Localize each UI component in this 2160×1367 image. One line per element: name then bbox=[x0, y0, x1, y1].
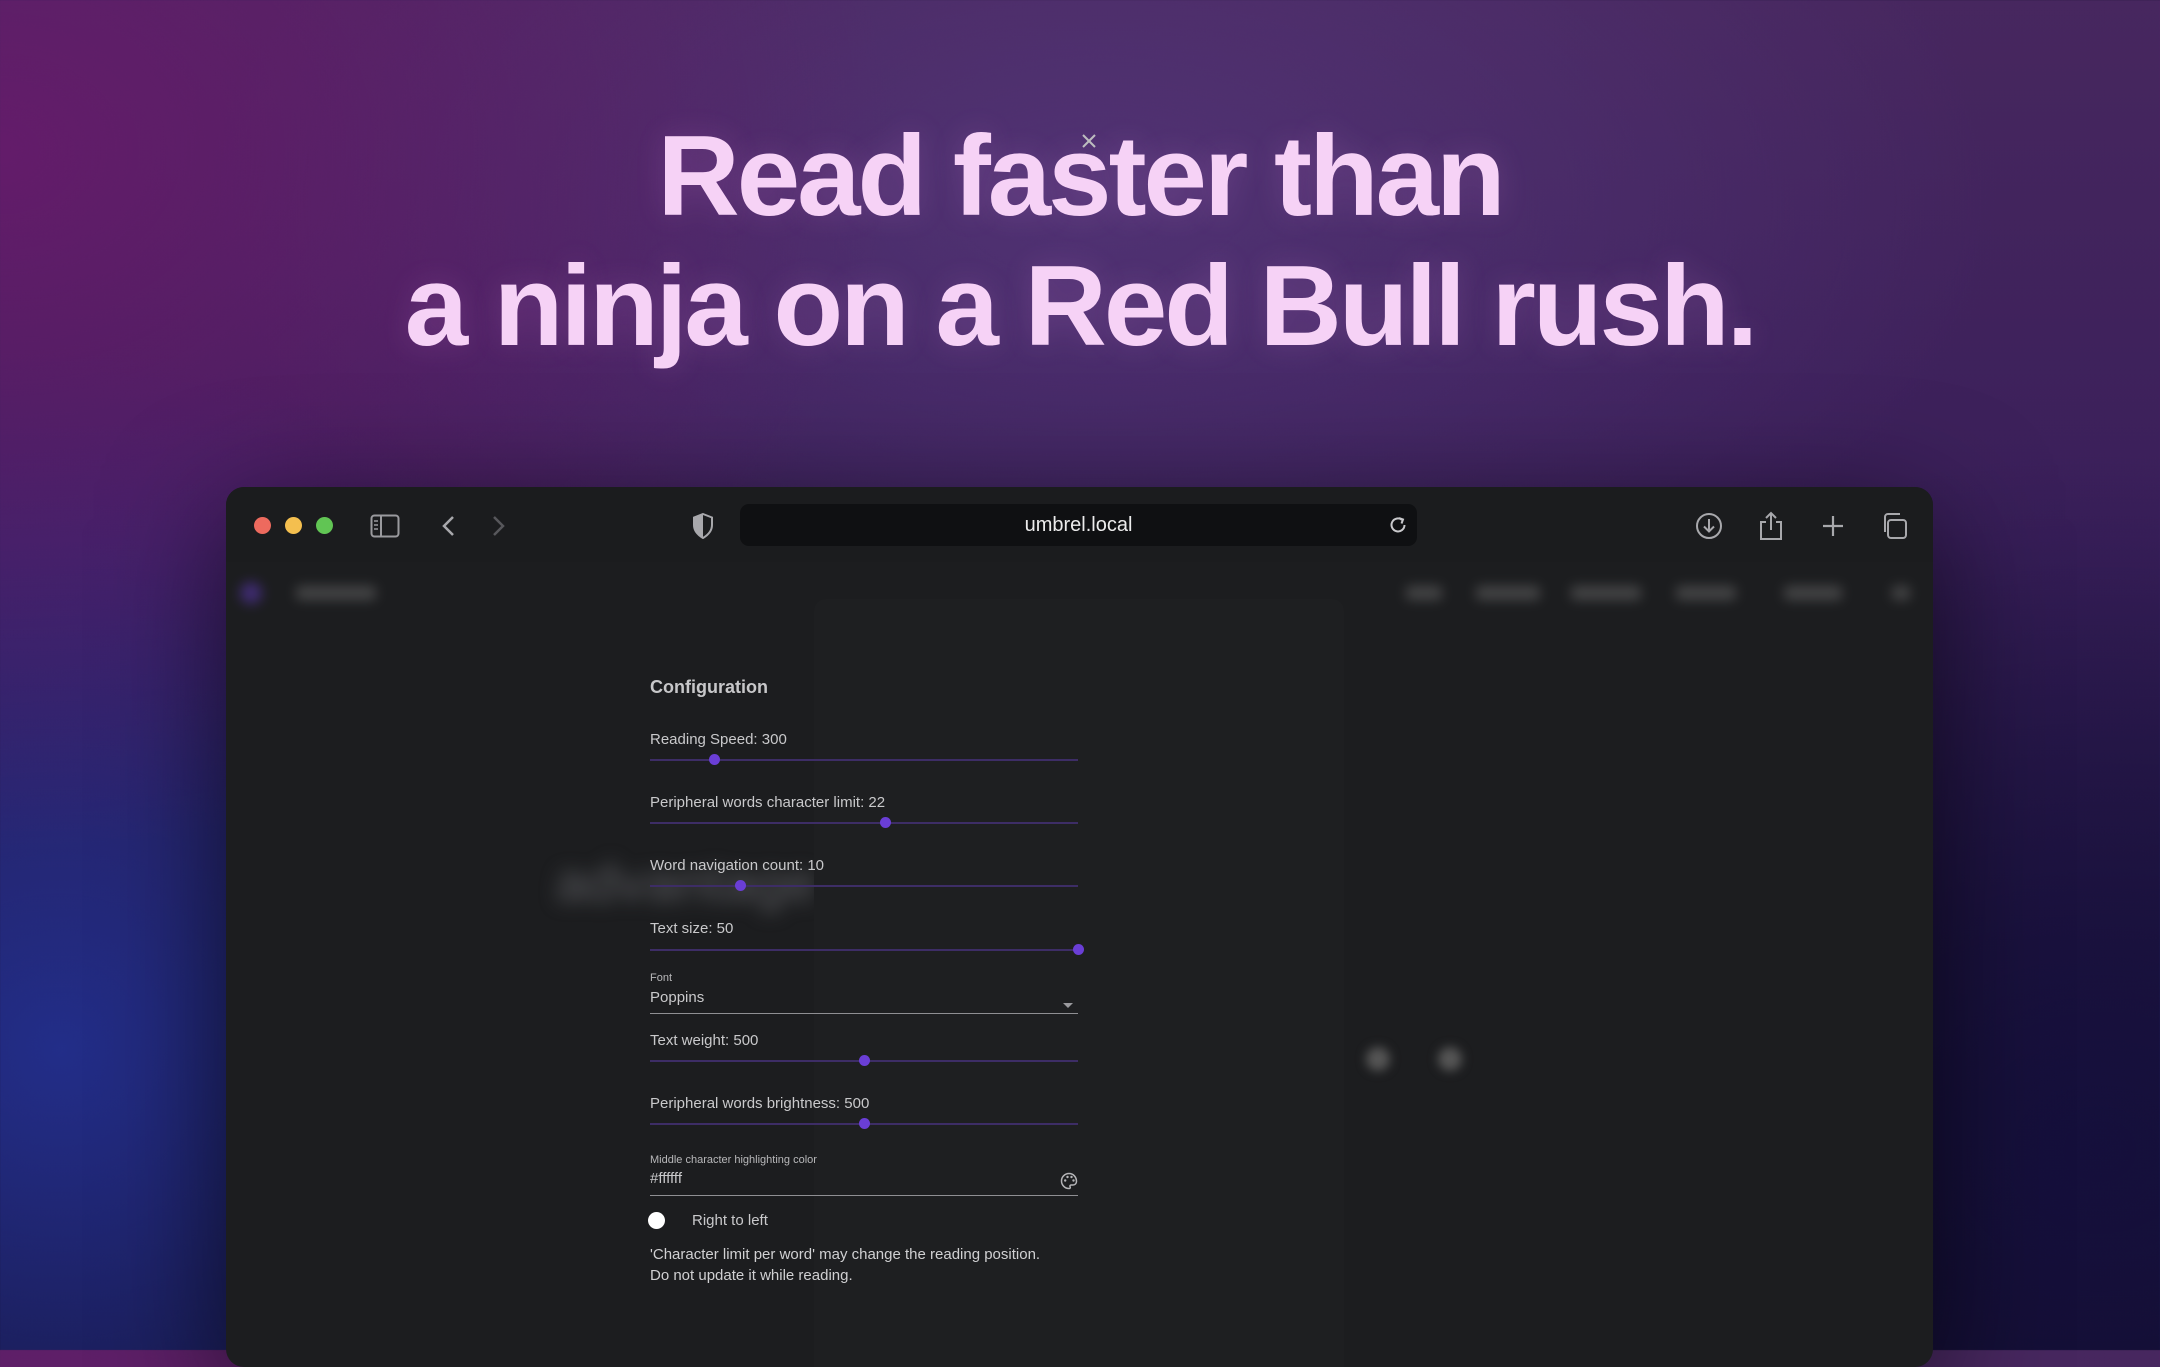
text-size-slider[interactable] bbox=[650, 944, 1084, 955]
browser-window: umbrel.local advantage bbox=[226, 487, 1933, 1367]
download-icon[interactable] bbox=[1694, 511, 1724, 541]
peripheral-brightness-thumb[interactable] bbox=[859, 1118, 870, 1129]
text-weight-label: Text weight: 500 bbox=[650, 1032, 759, 1049]
close-window-button[interactable] bbox=[254, 517, 271, 534]
rtl-toggle-knob[interactable] bbox=[648, 1212, 665, 1229]
word-navigation-slider[interactable] bbox=[650, 880, 1078, 891]
text-weight-thumb[interactable] bbox=[859, 1055, 870, 1066]
peripheral-brightness-slider[interactable] bbox=[650, 1118, 1078, 1129]
highlight-color-field[interactable]: Middle character highlighting color #fff… bbox=[650, 1154, 1078, 1196]
highlight-color-value: #ffffff bbox=[650, 1170, 682, 1187]
dialog-title: Configuration bbox=[650, 677, 768, 697]
reload-icon[interactable] bbox=[1387, 514, 1409, 536]
share-icon[interactable] bbox=[1756, 511, 1786, 541]
palette-icon[interactable] bbox=[1060, 1172, 1078, 1195]
info-note-line-1: 'Character limit per word' may change th… bbox=[650, 1246, 1041, 1263]
chevron-down-icon bbox=[1062, 996, 1074, 1014]
close-dialog-button[interactable] bbox=[1077, 129, 1101, 153]
close-icon bbox=[1082, 134, 1096, 148]
back-icon[interactable] bbox=[434, 511, 464, 541]
rtl-toggle[interactable]: Right to left bbox=[648, 1210, 1078, 1232]
text-size-label: Text size: 50 bbox=[650, 920, 734, 937]
shield-icon[interactable] bbox=[688, 511, 718, 541]
font-label: Font bbox=[650, 972, 673, 984]
reading-speed-label: Reading Speed: 300 bbox=[650, 731, 787, 748]
info-note-line-2: Do not update it while reading. bbox=[650, 1267, 853, 1284]
sidebar-icon[interactable] bbox=[370, 511, 400, 541]
zoom-window-button[interactable] bbox=[316, 517, 333, 534]
minimize-window-button[interactable] bbox=[285, 517, 302, 534]
url-text: umbrel.local bbox=[1024, 513, 1133, 536]
peripheral-brightness-label: Peripheral words brightness: 500 bbox=[650, 1095, 870, 1112]
font-value: Poppins bbox=[650, 989, 705, 1006]
peripheral-limit-label: Peripheral words character limit: 22 bbox=[650, 794, 886, 811]
hero-line-2: a ninja on a Red Bull rush. bbox=[404, 243, 1759, 370]
rtl-label: Right to left bbox=[692, 1212, 768, 1229]
word-navigation-label: Word navigation count: 10 bbox=[650, 857, 825, 874]
tab-overview-icon[interactable] bbox=[1879, 511, 1909, 541]
reading-speed-slider[interactable] bbox=[650, 754, 1078, 765]
font-select[interactable]: Font Poppins bbox=[650, 972, 1078, 1014]
new-tab-icon[interactable] bbox=[1818, 511, 1848, 541]
text-size-thumb[interactable] bbox=[1073, 944, 1084, 955]
address-bar[interactable]: umbrel.local bbox=[740, 504, 1417, 546]
highlight-color-label: Middle character highlighting color bbox=[650, 1154, 817, 1166]
browser-toolbar: umbrel.local bbox=[226, 487, 1933, 562]
forward-icon[interactable] bbox=[483, 511, 513, 541]
word-navigation-thumb[interactable] bbox=[734, 880, 746, 891]
text-weight-slider[interactable] bbox=[650, 1055, 1078, 1066]
peripheral-limit-slider[interactable] bbox=[650, 817, 1078, 828]
app-logo bbox=[240, 582, 262, 604]
